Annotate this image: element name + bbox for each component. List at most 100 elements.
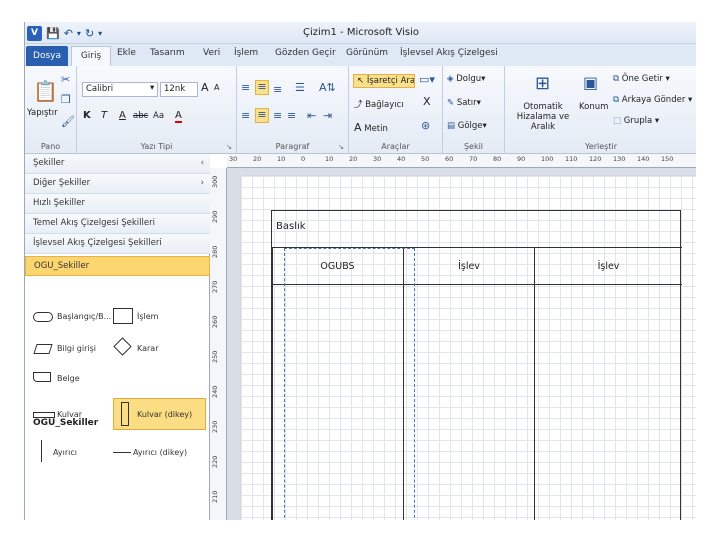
tab-data[interactable]: Veri <box>203 48 220 58</box>
italic-button[interactable]: T <box>101 110 107 121</box>
bold-button[interactable]: K <box>83 110 91 121</box>
document-shape-icon[interactable] <box>33 372 51 382</box>
drawing-canvas[interactable]: Baslık OGUBS İşlev İşlev <box>227 168 696 520</box>
tab-insert[interactable]: Ekle <box>117 48 136 58</box>
ruler-label: 60 <box>445 155 454 163</box>
shapes-panel: Şekiller ‹ Diğer Şekiller › Hızlı Şekiller… <box>25 154 210 520</box>
ruler-label: 50 <box>421 155 430 163</box>
lane-header-islev-2[interactable]: İşlev <box>534 248 682 285</box>
sidebar-item-more-shapes[interactable]: Diğer Şekiller › <box>25 174 210 194</box>
font-color-button[interactable]: A <box>175 110 182 123</box>
tab-review[interactable]: Gözden Geçir <box>275 48 336 58</box>
position-button[interactable]: Konum <box>579 102 608 112</box>
font-name-dropdown-icon[interactable]: ▾ <box>150 83 154 93</box>
decision-shape-icon[interactable] <box>113 337 132 356</box>
justify-icon[interactable]: ≡ <box>287 110 296 122</box>
vertical-lane-shape-icon[interactable] <box>121 402 129 426</box>
strikethrough-button[interactable]: abc <box>133 111 148 121</box>
change-case-button[interactable]: Aa <box>153 111 164 121</box>
paste-icon[interactable]: 📋 <box>33 80 58 102</box>
shape-lane[interactable]: Kulvar <box>57 410 82 419</box>
shape-separator[interactable]: Ayırıcı <box>53 448 77 457</box>
shapes-panel-header[interactable]: Şekiller ‹ <box>25 154 210 174</box>
align-left-icon[interactable]: ≡ <box>241 110 250 122</box>
shrink-font-icon[interactable]: A <box>214 83 219 92</box>
lane-shape-icon[interactable] <box>33 412 55 418</box>
auto-align-icon[interactable]: ⊞ <box>535 74 550 94</box>
text-tool-button[interactable]: A Metin <box>354 121 388 134</box>
ruler-label: 300 <box>211 175 219 188</box>
font-dialog-launcher-icon[interactable]: ↘ <box>226 143 232 151</box>
group-button[interactable]: ⬚ Grupla ▾ <box>613 116 659 126</box>
send-back-button[interactable]: ⧉ Arkaya Gönder ▾ <box>613 95 692 105</box>
shape-document[interactable]: Belge <box>57 374 80 383</box>
align-bottom-icon[interactable]: ≡ <box>273 84 282 96</box>
auto-align-button[interactable]: Otomatik Hizalama ve Aralık <box>507 102 579 132</box>
connection-point-icon[interactable]: ⊛ <box>421 120 430 132</box>
bullets-icon[interactable]: ☰ <box>295 82 305 94</box>
more-shapes-label: Diğer Şekiller <box>33 178 91 188</box>
send-back-icon: ⧉ <box>613 95 620 105</box>
group-shape: ◈ Dolgu▾ ✎ Satır▾ ▤ Gölge▾ Şekil <box>443 66 505 154</box>
lane-header-islev-1[interactable]: İşlev <box>403 248 534 285</box>
shape-start-end[interactable]: Başlangıç/B... <box>57 312 111 321</box>
decrease-indent-icon[interactable]: ⇤ <box>307 110 316 122</box>
connector-tool-button[interactable]: ⤴ Bağlayıcı <box>354 98 404 110</box>
ruler-label: 250 <box>211 350 219 363</box>
text-direction-icon[interactable]: A⇅ <box>319 82 336 94</box>
tab-cross-functional[interactable]: İşlevsel Akış Çizelgesi <box>400 48 498 58</box>
ruler-label: 90 <box>517 155 526 163</box>
font-size-select[interactable]: 12nk <box>160 82 198 97</box>
shape-separator-vertical[interactable]: Ayırıcı (dikey) <box>133 448 187 457</box>
pool-title[interactable]: Baslık <box>276 221 306 232</box>
copy-icon[interactable]: ❐ <box>61 94 71 106</box>
shape-data-input[interactable]: Bilgi girişi <box>57 344 96 353</box>
grow-font-icon[interactable]: A <box>201 81 209 94</box>
group-paragraph: ≡ ≡ ≡ ☰ A⇅ ≡ ≡ ≡ ≡ ⇤ ⇥ Paragraf ↘ <box>237 66 349 154</box>
terminator-shape-icon[interactable] <box>33 312 53 322</box>
shape-decision[interactable]: Karar <box>137 344 159 353</box>
sidebar-item-cross-functional[interactable]: İşlevsel Akış Çizelgesi Şekilleri <box>25 234 210 254</box>
bring-front-button[interactable]: ⧉ Öne Getir ▾ <box>613 74 670 84</box>
tab-home[interactable]: Giriş <box>71 46 111 67</box>
pointer-icon: ↖ <box>357 76 365 86</box>
separator-vertical-shape-icon[interactable] <box>113 452 131 453</box>
cut-icon[interactable]: ✂ <box>61 74 70 86</box>
align-right-icon[interactable]: ≡ <box>273 110 282 122</box>
sidebar-item-basic-flowchart[interactable]: Temel Akış Çizelgesi Şekilleri <box>25 214 210 234</box>
align-top-icon[interactable]: ≡ <box>241 82 250 94</box>
tools-group-label: Araçlar <box>381 142 410 151</box>
separator-shape-icon[interactable] <box>41 440 42 462</box>
shape-lane-vertical[interactable]: Kulvar (dikey) <box>137 410 192 419</box>
collapse-panel-icon[interactable]: ‹ <box>201 154 204 173</box>
paste-button[interactable]: Yapıştır <box>27 108 58 118</box>
align-middle-icon[interactable]: ≡ <box>255 80 269 95</box>
sidebar-item-quick-shapes[interactable]: Hızlı Şekiller <box>25 194 210 214</box>
data-shape-icon[interactable] <box>33 344 53 354</box>
close-tool-icon[interactable]: X <box>423 96 431 108</box>
tab-design[interactable]: Tasarım <box>150 48 185 58</box>
shape-process[interactable]: İşlem <box>137 312 158 321</box>
process-shape-icon[interactable] <box>113 308 133 324</box>
tab-file[interactable]: Dosya <box>26 46 68 66</box>
ruler-label: 30 <box>373 155 382 163</box>
underline-button[interactable]: A <box>119 110 126 121</box>
increase-indent-icon[interactable]: ⇥ <box>323 110 332 122</box>
drawing-page[interactable]: Baslık OGUBS İşlev İşlev <box>241 176 696 520</box>
fill-icon: ◈ <box>447 74 454 84</box>
paragraph-group-label: Paragraf <box>275 142 310 151</box>
align-center-icon[interactable]: ≡ <box>255 108 269 123</box>
tab-view[interactable]: Görünüm <box>346 48 388 58</box>
tab-process[interactable]: İşlem <box>234 48 258 58</box>
shadow-button[interactable]: ▤ Gölge▾ <box>447 121 487 131</box>
position-icon[interactable]: ▣ <box>583 74 598 92</box>
swimlane-pool[interactable]: Baslık OGUBS İşlev İşlev <box>271 210 682 520</box>
paragraph-dialog-launcher-icon[interactable]: ↘ <box>338 143 344 151</box>
pointer-tool-button[interactable]: ↖ İşaretçi Aracı <box>353 74 415 88</box>
sidebar-item-ogu-sekiller[interactable]: OGU_Sekiller <box>25 256 210 276</box>
format-painter-icon[interactable]: 🖌 <box>61 116 75 128</box>
font-name-select[interactable]: Calibri <box>82 82 158 97</box>
line-button[interactable]: ✎ Satır▾ <box>447 98 481 108</box>
rectangle-tool-icon[interactable]: ▭▾ <box>419 74 435 86</box>
fill-button[interactable]: ◈ Dolgu▾ <box>447 74 485 84</box>
